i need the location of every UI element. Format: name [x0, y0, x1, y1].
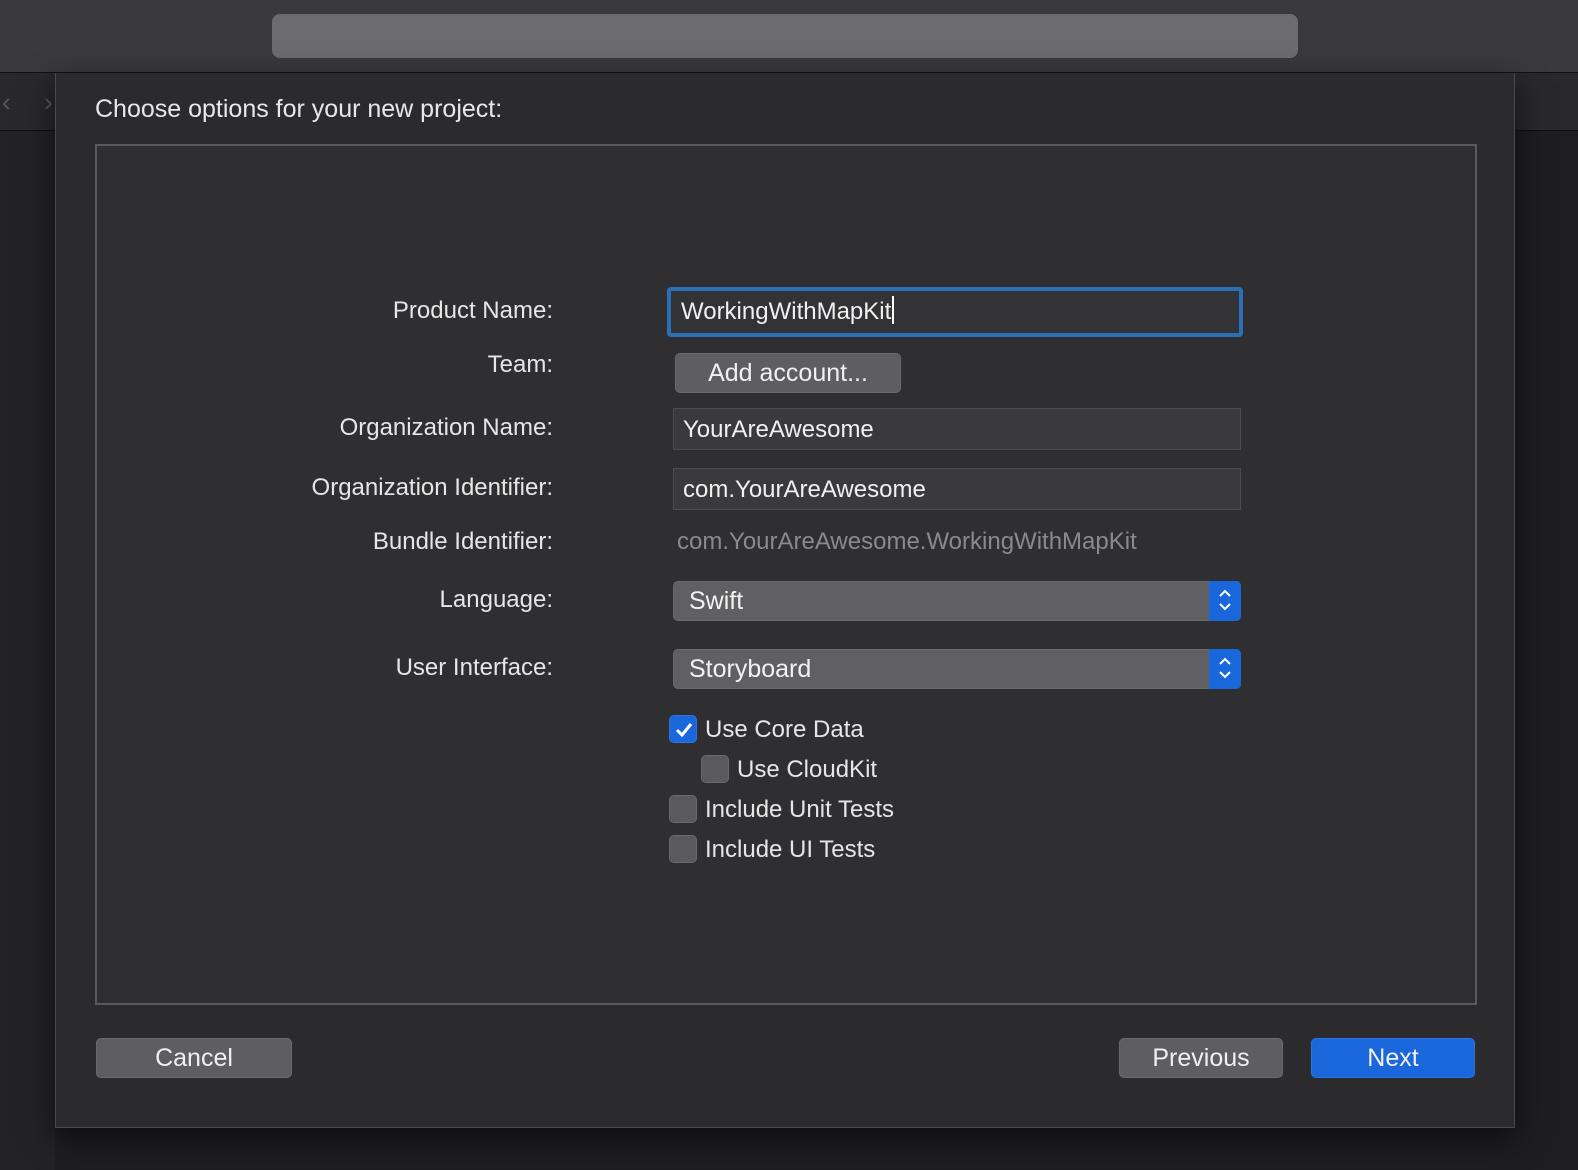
org-id-label: Organization Identifier:: [311, 474, 553, 501]
window-titlebar: [0, 0, 1578, 73]
checkmark-icon: [675, 723, 693, 738]
include-ui-tests-checkbox[interactable]: [669, 835, 697, 863]
include-unit-tests-label: Include Unit Tests: [705, 796, 894, 823]
org-name-label: Organization Name:: [339, 414, 553, 441]
ui-label: User Interface:: [395, 654, 553, 681]
org-name-value: YourAreAwesome: [683, 416, 874, 443]
language-label: Language:: [439, 586, 553, 613]
org-id-value: com.YourAreAwesome: [683, 476, 926, 503]
up-down-chevron-icon: [1209, 581, 1241, 621]
ui-value: Storyboard: [689, 655, 812, 683]
use-cloudkit-checkbox[interactable]: [701, 755, 729, 783]
use-core-data-label: Use Core Data: [705, 716, 864, 743]
use-core-data-checkbox[interactable]: [669, 715, 697, 743]
product-name-field[interactable]: WorkingWithMapKit: [667, 287, 1243, 337]
include-ui-tests-label: Include UI Tests: [705, 836, 876, 863]
previous-button[interactable]: Previous: [1119, 1038, 1283, 1078]
team-label: Team:: [487, 351, 553, 378]
background-navigator: [0, 131, 55, 1170]
up-down-chevron-icon: [1209, 649, 1241, 689]
chevron-right-icon[interactable]: ›: [44, 87, 53, 118]
use-cloudkit-label: Use CloudKit: [737, 756, 878, 783]
next-button[interactable]: Next: [1311, 1038, 1475, 1078]
sheet-title: Choose options for your new project:: [95, 95, 503, 123]
activity-view: [272, 14, 1298, 58]
language-popup[interactable]: Swift: [673, 581, 1241, 621]
add-account-button[interactable]: Add account...: [675, 353, 901, 393]
product-name-label: Product Name:: [392, 297, 553, 324]
options-panel: Product Name: WorkingWithMapKit Team: Ad…: [95, 144, 1477, 1005]
bundle-id-value: com.YourAreAwesome.WorkingWithMapKit: [677, 528, 1137, 555]
org-name-field[interactable]: YourAreAwesome: [673, 408, 1241, 450]
new-project-sheet: Choose options for your new project: Pro…: [55, 73, 1515, 1128]
org-id-field[interactable]: com.YourAreAwesome: [673, 468, 1241, 510]
include-unit-tests-checkbox[interactable]: [669, 795, 697, 823]
text-caret: [892, 296, 895, 324]
language-value: Swift: [689, 587, 744, 615]
product-name-value: WorkingWithMapKit: [681, 298, 892, 325]
cancel-button[interactable]: Cancel: [96, 1038, 292, 1078]
user-interface-popup[interactable]: Storyboard: [673, 649, 1241, 689]
chevron-left-icon[interactable]: ‹: [2, 87, 11, 118]
bundle-id-label: Bundle Identifier:: [372, 528, 553, 555]
